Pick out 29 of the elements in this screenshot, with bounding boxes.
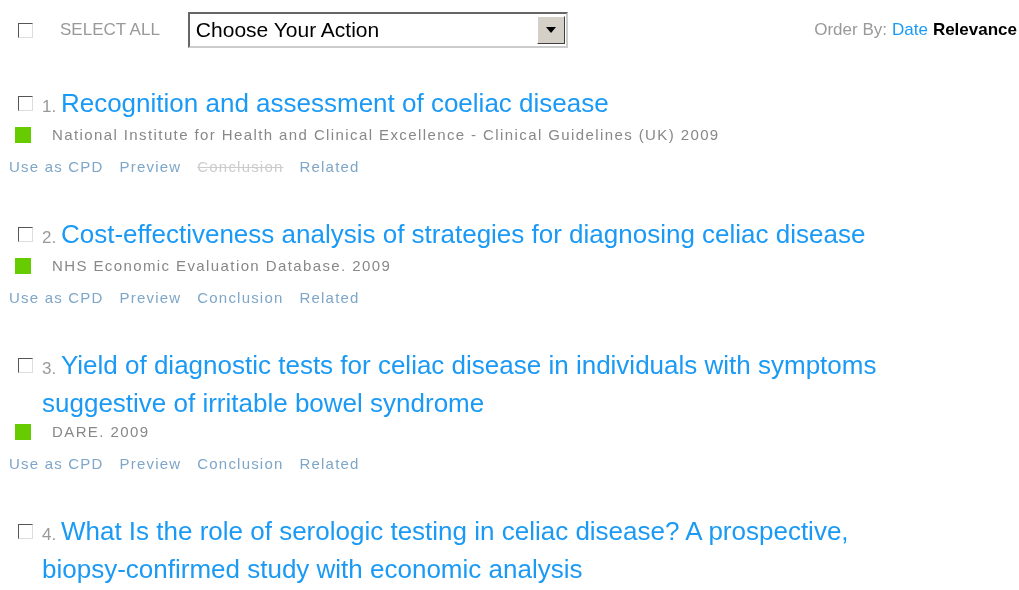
checkbox[interactable] [18,22,33,38]
result-title[interactable]: 2. Cost-effectiveness analysis of strategies for diagnosing celiac disease [42,217,925,255]
result-link[interactable]: Conclusion [197,452,284,476]
result-source: NHS Economic Evaluation Database. 2009 [52,255,392,276]
result-link[interactable]: Use as CPD [9,286,104,310]
checkbox[interactable] [18,96,33,111]
result-source: DARE. 2009 [52,421,150,442]
result-source: National Institute for Health and Clinical Excellence - Clinical Guidelines (UK) 2009 [52,124,720,145]
result-link[interactable]: Use as CPD [9,452,104,476]
result-link[interactable]: Related [299,155,360,179]
result-link[interactable]: Preview [119,286,182,310]
checkbox[interactable] [18,524,33,539]
checkbox[interactable] [18,358,33,373]
select-all-label: SELECT ALL [60,19,160,42]
order-by-label: Order By: [814,19,887,42]
result-link[interactable]: Related [299,286,360,310]
result-title[interactable]: 3. Yield of diagnostic tests for celiac disease in individuals with symptoms suggestive of irritable bowel syndrome [42,348,925,421]
checkbox[interactable] [18,227,33,242]
order-option[interactable]: Relevance [932,17,1017,43]
order-option[interactable]: Date [891,17,928,43]
result-link[interactable]: Related [299,452,360,476]
result-title[interactable]: 4. What Is the role of serologic testing in celiac disease? A prospective, biopsy-confirmed study with economic analysis [42,514,925,587]
result-link[interactable]: Conclusion [197,286,284,310]
result-title[interactable]: 1. Recognition and assessment of coeliac disease [42,86,925,124]
dropdown-value: Choose Your Action [194,17,381,44]
result-link[interactable]: Preview [119,155,182,179]
result-link[interactable]: Preview [119,452,182,476]
result-link[interactable]: Use as CPD [9,155,104,179]
action-dropdown[interactable]: Choose Your Action [187,12,568,48]
